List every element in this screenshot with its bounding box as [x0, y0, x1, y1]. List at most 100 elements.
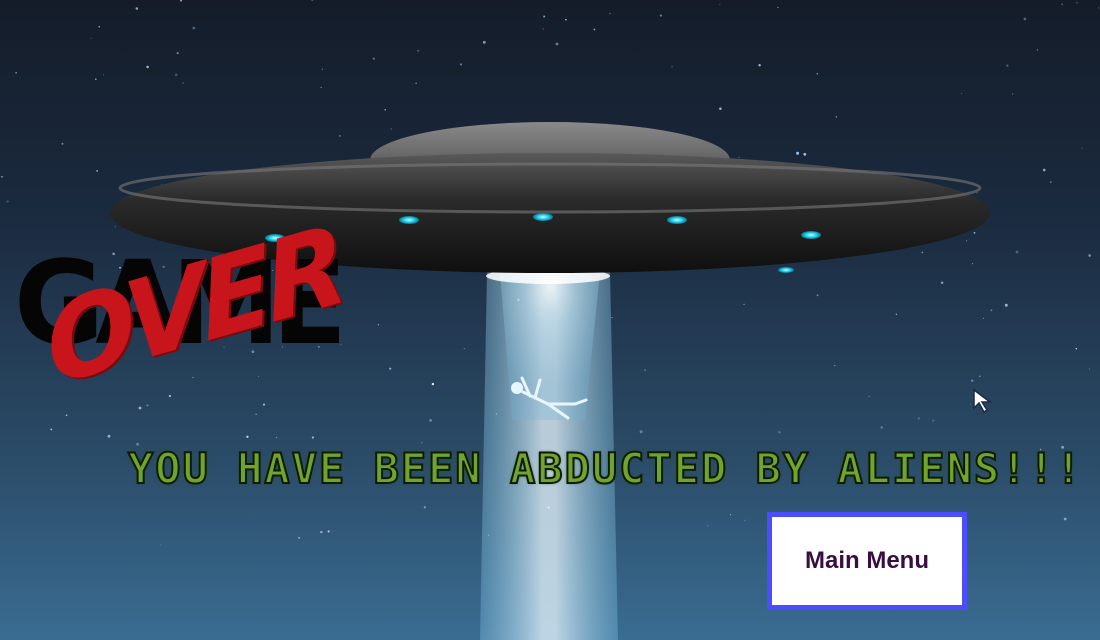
- star: [262, 403, 266, 406]
- star: [777, 6, 779, 9]
- star: [593, 28, 596, 31]
- star: [459, 63, 463, 66]
- star: [192, 376, 194, 379]
- star: [179, 0, 183, 2]
- star: [1023, 17, 1027, 21]
- star: [320, 530, 323, 534]
- star: [174, 73, 178, 77]
- star: [1049, 181, 1052, 183]
- star: [482, 40, 486, 44]
- star: [1088, 254, 1091, 257]
- star: [1088, 368, 1091, 370]
- star: [565, 18, 567, 21]
- star: [338, 134, 341, 137]
- star: [796, 151, 800, 155]
- star: [671, 66, 673, 68]
- star: [168, 394, 172, 398]
- star: [1061, 3, 1064, 6]
- star: [644, 369, 647, 372]
- star: [803, 152, 807, 156]
- star: [868, 395, 870, 398]
- star: [555, 42, 559, 46]
- star: [1076, 2, 1078, 4]
- star: [743, 303, 745, 306]
- star: [389, 367, 392, 370]
- star: [744, 519, 746, 522]
- star: [973, 231, 976, 234]
- star: [932, 419, 935, 422]
- star: [543, 15, 546, 18]
- star: [431, 382, 435, 386]
- star: [758, 63, 761, 67]
- star: [96, 170, 98, 172]
- star: [321, 68, 323, 70]
- star: [340, 344, 342, 346]
- star: [377, 323, 380, 326]
- star: [542, 28, 545, 30]
- star: [98, 25, 101, 28]
- star: [719, 107, 722, 110]
- star: [372, 57, 376, 60]
- star: [1015, 250, 1019, 254]
- star: [429, 419, 432, 422]
- star: [895, 313, 898, 316]
- star: [835, 116, 838, 118]
- star: [816, 73, 818, 75]
- mouse-cursor-icon: [973, 388, 993, 414]
- star: [921, 251, 924, 254]
- star: [917, 417, 920, 420]
- star: [961, 93, 963, 94]
- star: [1063, 517, 1067, 521]
- star: [298, 537, 300, 539]
- star: [146, 404, 149, 407]
- star: [327, 530, 330, 533]
- star: [114, 226, 116, 228]
- star: [834, 365, 836, 367]
- star: [15, 72, 17, 74]
- star: [146, 65, 149, 69]
- star: [275, 436, 278, 439]
- star: [639, 430, 643, 434]
- star: [384, 109, 386, 111]
- star: [707, 525, 709, 527]
- star: [463, 347, 466, 350]
- star: [979, 375, 981, 378]
- star: [102, 74, 104, 76]
- star: [65, 414, 68, 417]
- star: [415, 82, 417, 85]
- star: [6, 200, 9, 203]
- star: [192, 26, 196, 30]
- star: [1012, 93, 1014, 95]
- star: [258, 375, 260, 377]
- star: [107, 434, 111, 438]
- star: [159, 544, 161, 546]
- star: [738, 156, 740, 158]
- star: [778, 431, 781, 434]
- star: [611, 317, 613, 319]
- star: [990, 309, 993, 312]
- star: [719, 3, 721, 5]
- star: [971, 262, 974, 265]
- star: [966, 240, 968, 242]
- star: [940, 281, 944, 285]
- star: [1042, 168, 1046, 172]
- star: [390, 128, 392, 130]
- main-menu-button[interactable]: Main Menu: [767, 512, 967, 610]
- star: [976, 192, 978, 194]
- star: [1036, 49, 1039, 51]
- star: [880, 426, 883, 429]
- star: [816, 294, 819, 297]
- star: [971, 379, 974, 382]
- star: [255, 413, 257, 416]
- star: [61, 142, 64, 145]
- star: [729, 514, 731, 516]
- star: [90, 37, 92, 39]
- abduction-message: YOU HAVE BEEN ABDUCTED BY ALIENS!!!: [127, 443, 1084, 494]
- star: [1006, 64, 1009, 67]
- star: [1081, 147, 1083, 149]
- star: [1, 176, 3, 178]
- star: [417, 49, 420, 52]
- star: [94, 78, 97, 81]
- star: [50, 428, 53, 431]
- star: [1075, 348, 1077, 350]
